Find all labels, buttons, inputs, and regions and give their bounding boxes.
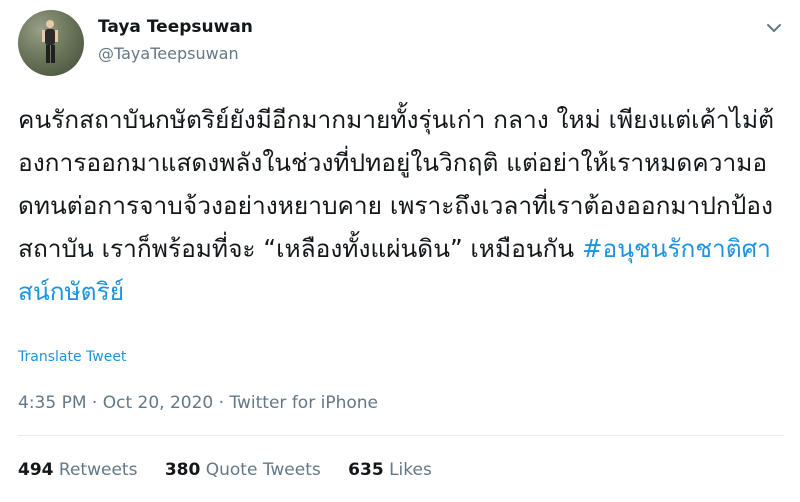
tweet-stats: 494 Retweets 380 Quote Tweets 635 Likes (18, 460, 454, 480)
translate-tweet-link[interactable]: Translate Tweet (18, 349, 126, 365)
avatar[interactable] (18, 10, 84, 76)
divider (18, 435, 784, 436)
meta-separator: · (91, 393, 98, 413)
retweets-label: Retweets (58, 460, 138, 480)
likes-stat[interactable]: 635 Likes (348, 460, 432, 480)
chevron-down-icon[interactable] (764, 18, 784, 38)
retweets-count: 494 (18, 460, 54, 480)
meta-separator: · (218, 393, 225, 413)
likes-count: 635 (348, 460, 384, 480)
tweet-time[interactable]: 4:35 PM (18, 393, 87, 413)
quotes-count: 380 (164, 460, 201, 480)
quotes-label: Quote Tweets (205, 460, 321, 480)
tweet-meta: 4:35 PM · Oct 20, 2020 · Twitter for iPh… (18, 393, 378, 413)
retweets-stat[interactable]: 494 Retweets (18, 460, 143, 480)
tweet-text: คนรักสถาบันกษัตริย์ยังมีอีกมากมายทั้งรุ่… (18, 98, 778, 313)
tweet-source[interactable]: Twitter for iPhone (229, 393, 378, 413)
tweet-date[interactable]: Oct 20, 2020 (103, 393, 214, 413)
display-name[interactable]: Taya Teepsuwan (98, 17, 253, 37)
runner-figure (42, 20, 58, 63)
likes-label: Likes (389, 460, 432, 480)
user-handle[interactable]: @TayaTeepsuwan (98, 44, 239, 63)
quote-tweets-stat[interactable]: 380 Quote Tweets (165, 460, 326, 480)
